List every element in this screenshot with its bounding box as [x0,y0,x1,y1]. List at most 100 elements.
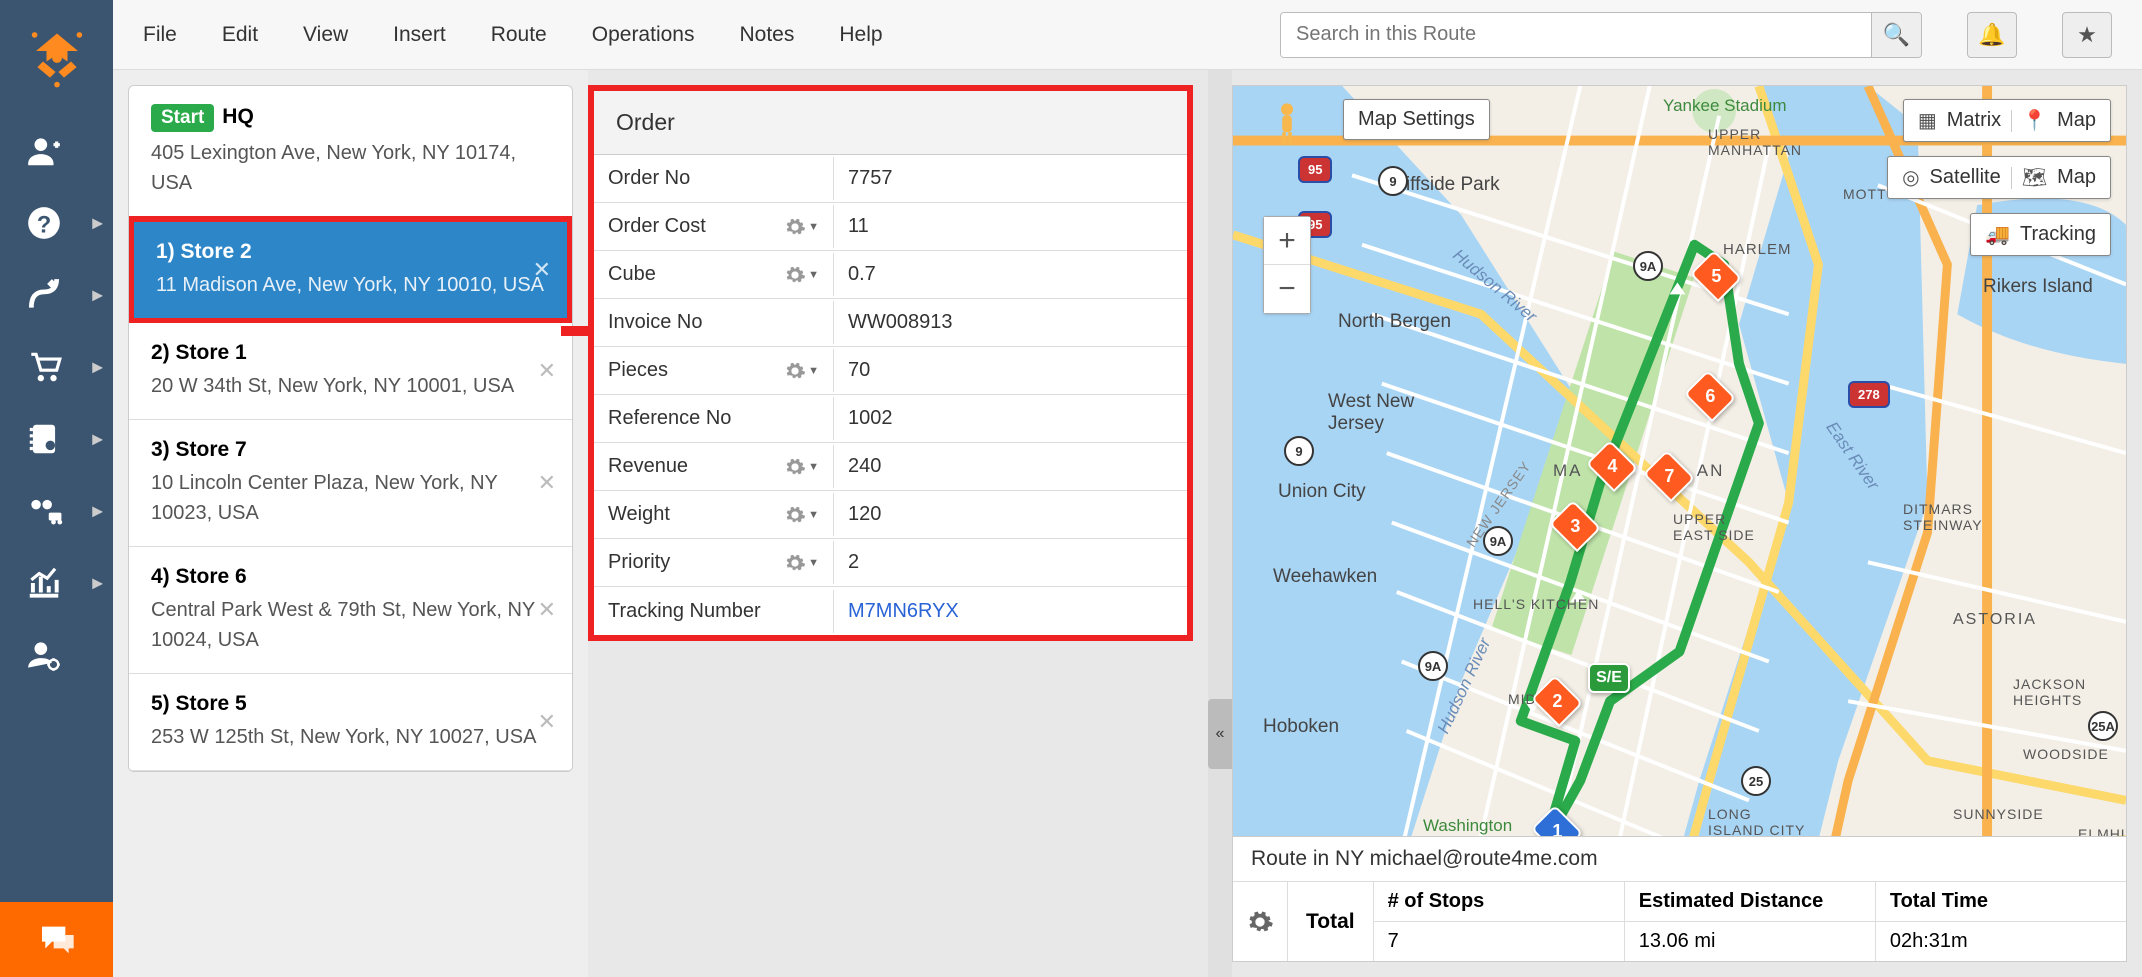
stop-addr: 253 W 125th St, New York, NY 10027, USA [151,722,550,752]
order-row: Revenue ▼ 240 [594,443,1187,491]
tracking-button[interactable]: 🚚Tracking [1970,213,2111,256]
remove-stop-icon[interactable]: ✕ [538,358,556,384]
totals-time-header: Total Time [1876,882,2126,922]
svg-text:?: ? [37,212,52,239]
user-gear-icon [25,636,63,674]
menu-insert[interactable]: Insert [393,23,446,47]
order-value: 2 [834,541,1187,584]
sidebar-item-chat[interactable] [0,902,113,977]
menu-edit[interactable]: Edit [222,23,258,47]
sidebar-item-routes[interactable]: ▶ [0,259,113,331]
order-key-label: Cube [608,263,656,286]
zoom-in-button[interactable]: + [1264,217,1310,265]
sidebar-item-add-user[interactable] [0,115,113,187]
notifications-button[interactable]: 🔔 [1967,12,2017,58]
stop-item-4[interactable]: 4) Store 6 Central Park West & 79th St, … [129,547,572,674]
remove-stop-icon[interactable]: ✕ [538,470,556,496]
stop-item-2[interactable]: 2) Store 1 20 W 34th St, New York, NY 10… [129,323,572,420]
field-settings-button[interactable]: ▼ [784,456,819,478]
search-input[interactable] [1281,13,1871,57]
menu-view[interactable]: View [303,23,348,47]
logo [0,0,113,115]
sidebar-item-team[interactable]: ▶ [0,475,113,547]
map-panel[interactable]: Yankee Stadium Edgewater Cliffside Park … [1232,85,2127,962]
map-mode-toggle[interactable]: ▦Matrix 📍Map [1903,99,2111,142]
field-settings-button[interactable]: ▼ [784,216,819,238]
order-value: 11 [834,205,1187,248]
order-key-label: Order No [608,167,690,190]
add-user-icon [25,132,63,170]
star-icon: ★ [2077,22,2097,48]
favorite-button[interactable]: ★ [2062,12,2112,58]
menu-help[interactable]: Help [839,23,882,47]
map-settings-button[interactable]: Map Settings [1343,99,1490,140]
pin-icon: 📍 [2022,108,2047,133]
order-row: Cube▼0.7 [594,251,1187,299]
order-key: Order No [594,157,834,200]
stop-title: 1) Store 2 [156,240,545,264]
sidebar-item-user-settings[interactable] [0,619,113,691]
start-badge: Start [151,104,214,132]
menu-file[interactable]: File [143,23,177,47]
field-settings-button[interactable]: ▼ [784,360,819,382]
order-key-label: Order Cost [608,215,706,238]
stop-addr: 20 W 34th St, New York, NY 10001, USA [151,371,550,401]
team-vehicle-icon [25,492,63,530]
chevron-right-icon: ▶ [92,575,103,592]
zoom-out-button[interactable]: − [1264,265,1310,313]
routes-icon [25,276,63,314]
totals-label: Total [1288,882,1374,961]
collapse-panel-button[interactable]: « [1208,699,1232,769]
stop-addr: 10 Lincoln Center Plaza, New York, NY 10… [151,468,550,528]
menubar: File Edit View Insert Route Operations N… [113,0,2142,70]
sidebar-item-addressbook[interactable]: ▶ [0,403,113,475]
order-row: Priority▼2 [594,539,1187,587]
sidebar-item-help[interactable]: ? ▶ [0,187,113,259]
sidebar-item-analytics[interactable]: ▶ [0,547,113,619]
totals-settings-button[interactable] [1233,882,1288,961]
order-key-label: Weight [608,503,670,526]
order-row: Reference No1002 [594,395,1187,443]
stop-item-5[interactable]: 5) Store 5 253 W 125th St, New York, NY … [129,674,572,771]
pegman-icon [1269,101,1305,149]
satellite-icon: ◎ [1902,165,1919,190]
totals-distance-value: 13.06 mi [1625,922,1875,961]
order-row: Weight▼120 [594,491,1187,539]
field-settings-button[interactable]: ▼ [784,552,819,574]
order-panel: Order Order No7757Order Cost▼11Cube▼0.7I… [588,70,1208,977]
order-value: 240 [834,445,1187,488]
remove-stop-icon[interactable]: ✕ [538,597,556,623]
stop-title: 2) Store 1 [151,341,550,365]
zoom-control: + − [1263,216,1311,314]
sidebar-item-orders[interactable]: ▶ [0,331,113,403]
remove-stop-icon[interactable]: ✕ [538,709,556,735]
stop-item-3[interactable]: 3) Store 7 10 Lincoln Center Plaza, New … [129,420,572,547]
field-settings-button[interactable]: ▼ [784,264,819,286]
order-key: Reference No [594,397,834,440]
chevron-right-icon: ▶ [92,287,103,304]
streetview-pegman[interactable] [1263,101,1311,149]
chevron-right-icon: ▶ [92,503,103,520]
menu-notes[interactable]: Notes [739,23,794,47]
stop-addr: Central Park West & 79th St, New York, N… [151,595,550,655]
remove-stop-icon[interactable]: ✕ [533,257,551,283]
bell-icon: 🔔 [1978,22,2005,48]
order-box: Order Order No7757Order Cost▼11Cube▼0.7I… [588,85,1193,641]
menu-operations[interactable]: Operations [592,23,695,47]
totals-time-value: 02h:31m [1876,922,2126,961]
order-key-label: Invoice No [608,311,703,334]
tracking-link[interactable]: M7MN6RYX [848,600,959,622]
panel-collapse-rail: « [1208,70,1232,977]
stop-start-addr: 405 Lexington Ave, New York, NY 10174, U… [151,138,550,198]
stop-start[interactable]: StartHQ 405 Lexington Ave, New York, NY … [129,86,572,217]
cart-icon [25,348,63,386]
order-key-label: Revenue [608,455,688,478]
help-icon: ? [25,204,63,242]
search-button[interactable]: 🔍 [1871,13,1921,57]
map-marker-start-end[interactable]: S/E [1588,663,1630,693]
map-layer-toggle[interactable]: ◎Satellite 🗺Map [1887,156,2111,199]
field-settings-button[interactable]: ▼ [784,504,819,526]
menu-route[interactable]: Route [491,23,547,47]
matrix-icon: ▦ [1918,108,1937,133]
stop-item-1[interactable]: 1) Store 2 11 Madison Ave, New York, NY … [128,216,573,324]
